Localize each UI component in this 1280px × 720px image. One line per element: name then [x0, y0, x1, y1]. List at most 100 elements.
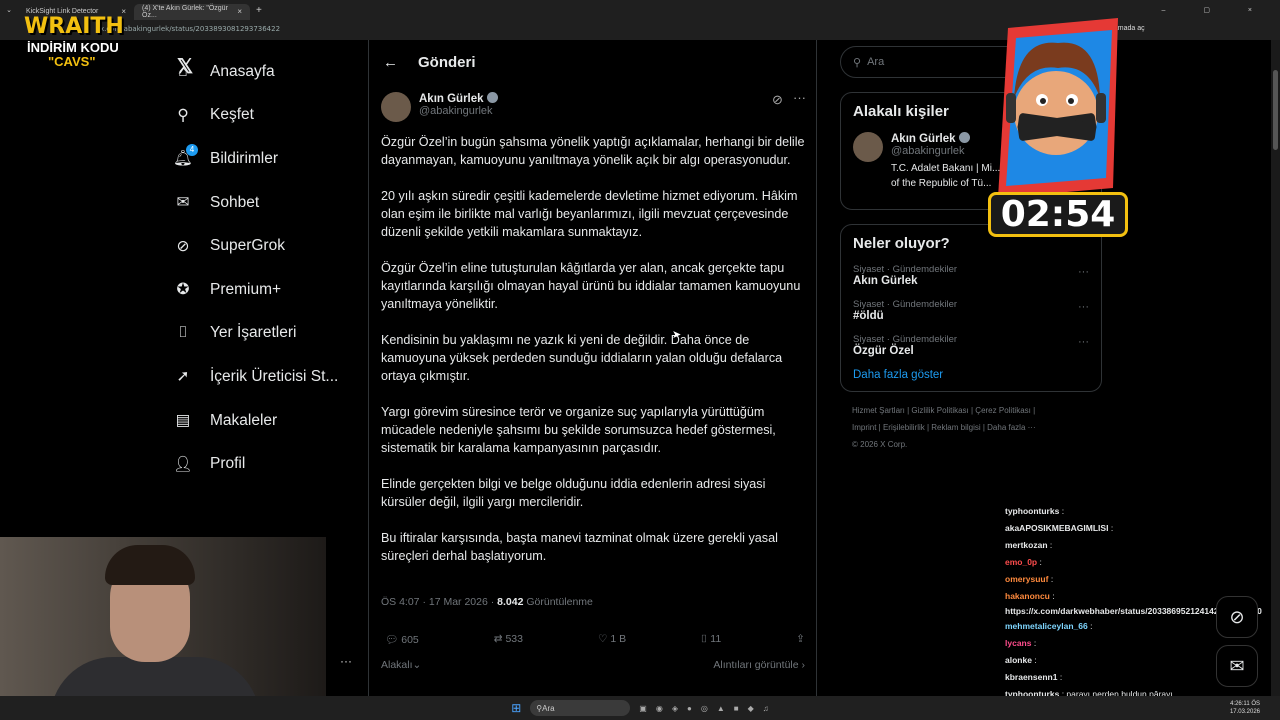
tab-x-post[interactable]: (4) X'te Akın Gürlek: "Özgür Öz... × — [134, 3, 250, 20]
post-time[interactable]: ÖS 4:07 · 17 Mar 2026 · — [381, 596, 497, 608]
footer-line[interactable]: Hizmet Şartları | Gizlilik Politikası | … — [852, 402, 1102, 419]
chat-msg: : — [1059, 672, 1063, 682]
nav-label: İçerik Üreticisi St... — [210, 367, 339, 385]
taskbar-search[interactable]: ⚲ Ara — [530, 700, 631, 716]
grok-icon: ⊘ — [1229, 606, 1245, 627]
author-handle[interactable]: @abakingurlek — [419, 105, 498, 117]
bookmark-icon: ⌷ — [178, 324, 188, 342]
grok-fab-button[interactable]: ⊘ — [1216, 596, 1258, 638]
view-quotes-link[interactable]: Alıntıları görüntüle › — [713, 659, 805, 671]
person-icon: 👤︎ — [173, 455, 193, 473]
nav-label: Anasayfa — [210, 62, 275, 80]
messages-fab-button[interactable]: ✉ — [1216, 645, 1258, 687]
app-icon[interactable]: ● — [687, 704, 692, 713]
trend-item[interactable]: Siyaset · Gündemdekiler #öldü ··· — [853, 299, 1089, 322]
windows-start-icon[interactable]: ⊞ — [511, 701, 521, 715]
app-icon[interactable]: ▣ — [639, 704, 647, 713]
share-icon[interactable]: ⇪ — [796, 633, 805, 646]
chat-user: kbraensenn1 — [1005, 672, 1058, 682]
avatar[interactable] — [853, 132, 883, 162]
bookmark-button[interactable]: ⌷ 11 — [701, 633, 721, 646]
nav-bookmarks[interactable]: ⌷ Yer İşaretleri — [172, 312, 367, 356]
scrollbar[interactable] — [1271, 40, 1280, 696]
chat-user: akaAPOSIKMEBAGIMLISI — [1005, 523, 1109, 533]
trend-title: Akın Gürlek — [853, 275, 918, 287]
nav-label: Keşfet — [210, 106, 254, 124]
nav-label: Bildirimler — [210, 149, 279, 167]
nav-profile[interactable]: 👤︎ Profil — [172, 442, 367, 486]
trends-card: Neler oluyor? Siyaset · Gündemdekiler Akı… — [840, 224, 1102, 392]
bookmark-count: 11 — [710, 633, 722, 645]
more-options-icon[interactable]: ··· — [1078, 266, 1089, 278]
person-name[interactable]: Akın Gürlek — [891, 133, 956, 145]
app-icon[interactable]: ◎ — [701, 704, 708, 713]
nav-sohbet[interactable]: ✉ Sohbet — [172, 181, 367, 225]
more-options-icon[interactable]: ··· — [340, 654, 352, 668]
window-controls[interactable]: – ▢ × — [1162, 6, 1270, 14]
chat-user: mehmetaliceylan_66 — [1005, 621, 1088, 631]
chat-line: akaAPOSIKMEBAGIMLISI : — [1005, 520, 1280, 537]
nav-premium[interactable]: ✪ Premium+ — [172, 268, 367, 312]
views-label: Görüntülenme — [523, 596, 593, 608]
url-text[interactable]: x.com/abakingurlek/status/20338930812937… — [100, 25, 280, 33]
home-icon: ⌂ — [178, 62, 188, 80]
chat-msg: : — [1049, 540, 1053, 550]
chat-msg: : — [1039, 557, 1042, 567]
reply-button[interactable]: 💬︎ 605 — [385, 633, 419, 646]
more-options-icon[interactable]: ··· — [1078, 301, 1089, 313]
show-more-link[interactable]: Daha fazla göster — [853, 369, 1089, 381]
taskbar: ⊞ ⚲ Ara ▣ ◉ ◈ ● ◎ ▲ ■ ◆ ♫ 4:26:11 ÖS 17.0… — [0, 696, 1280, 720]
tab-menu-icon[interactable]: ⌄ — [0, 6, 18, 14]
nav-kesfet[interactable]: ⚲ Keşfet — [172, 94, 367, 138]
footer-line: © 2026 X Corp. — [852, 440, 908, 449]
footer-line[interactable]: Imprint | Erişilebilirlik | Reklam bilgi… — [852, 419, 1102, 436]
nav-anasayfa[interactable]: ⌂ Anasayfa — [172, 50, 367, 94]
like-button[interactable]: ♡ 1 B — [598, 633, 626, 646]
related-row: Alakalı⌄ Alıntıları görüntüle › — [381, 659, 805, 671]
related-dropdown[interactable]: Alakalı⌄ — [381, 659, 421, 671]
nav-supergrok[interactable]: ⊘ SuperGrok — [172, 224, 367, 268]
app-icon[interactable]: ◉ — [656, 704, 663, 713]
chat-msg: : — [1034, 655, 1037, 665]
app-icon[interactable]: ◈ — [672, 704, 678, 713]
chat-user: typhoonturks — [1005, 506, 1060, 516]
nav-articles[interactable]: ▤ Makaleler — [172, 399, 367, 443]
new-tab-icon[interactable]: + — [256, 5, 262, 16]
post-author[interactable]: Akın Gürlek @abakingurlek — [381, 92, 498, 122]
verified-badge-icon — [486, 92, 498, 103]
clock-time: 4:26:11 ÖS — [1230, 701, 1260, 707]
trend-item[interactable]: Siyaset · Gündemdekiler Özgür Özel ··· — [853, 334, 1089, 357]
back-arrow-icon[interactable]: ← — [383, 54, 398, 71]
nav-bildirimler[interactable]: 🔔︎ 4 Bildirimler — [172, 137, 367, 181]
nav-label: Premium+ — [210, 280, 282, 298]
repost-button[interactable]: ⇄ 533 — [494, 633, 523, 646]
quotes-label: Alıntıları görüntüle — [713, 659, 799, 671]
bookmark-icon: ⌷ — [701, 633, 711, 645]
grok-icon[interactable]: ⊘ — [772, 92, 783, 108]
nav-label: Profil — [210, 455, 246, 473]
post-column: ← Gönderi Akın Gürlek @abakingurlek ⊘ ··… — [368, 40, 817, 720]
like-count: 1 B — [610, 633, 627, 645]
app-icon[interactable]: ■ — [734, 704, 739, 713]
author-name[interactable]: Akın Gürlek — [419, 93, 484, 105]
post-header: ← Gönderi — [369, 40, 816, 85]
person-handle[interactable]: @abakingurlek — [891, 145, 1001, 157]
footer-links: Hizmet Şartları | Gizlilik Politikası | … — [840, 402, 1102, 453]
nav-creator-studio[interactable]: ➚ İçerik Üreticisi St... — [172, 355, 367, 399]
avatar[interactable] — [381, 92, 411, 122]
chat-user: mertkozan — [1005, 540, 1048, 550]
chat-msg: : — [1050, 574, 1054, 584]
scrollbar-thumb[interactable] — [1273, 70, 1278, 150]
trend-item[interactable]: Siyaset · Gündemdekiler Akın Gürlek ··· — [853, 264, 1089, 287]
more-options-icon[interactable]: ··· — [1078, 336, 1089, 348]
close-icon[interactable]: × — [237, 7, 242, 16]
more-options-icon[interactable]: ··· — [793, 90, 806, 105]
discount-label: İNDİRİM KODU — [27, 40, 119, 55]
app-icon[interactable]: ◆ — [748, 704, 754, 713]
chat-user: lycans — [1005, 638, 1032, 648]
app-icon[interactable]: ♫ — [763, 704, 769, 713]
system-clock[interactable]: 4:26:11 ÖS 17.03.2026 — [1230, 700, 1260, 716]
chat-msg: : — [1090, 621, 1093, 631]
app-icon[interactable]: ▲ — [717, 704, 725, 713]
rocket-icon: ➚ — [176, 368, 190, 386]
